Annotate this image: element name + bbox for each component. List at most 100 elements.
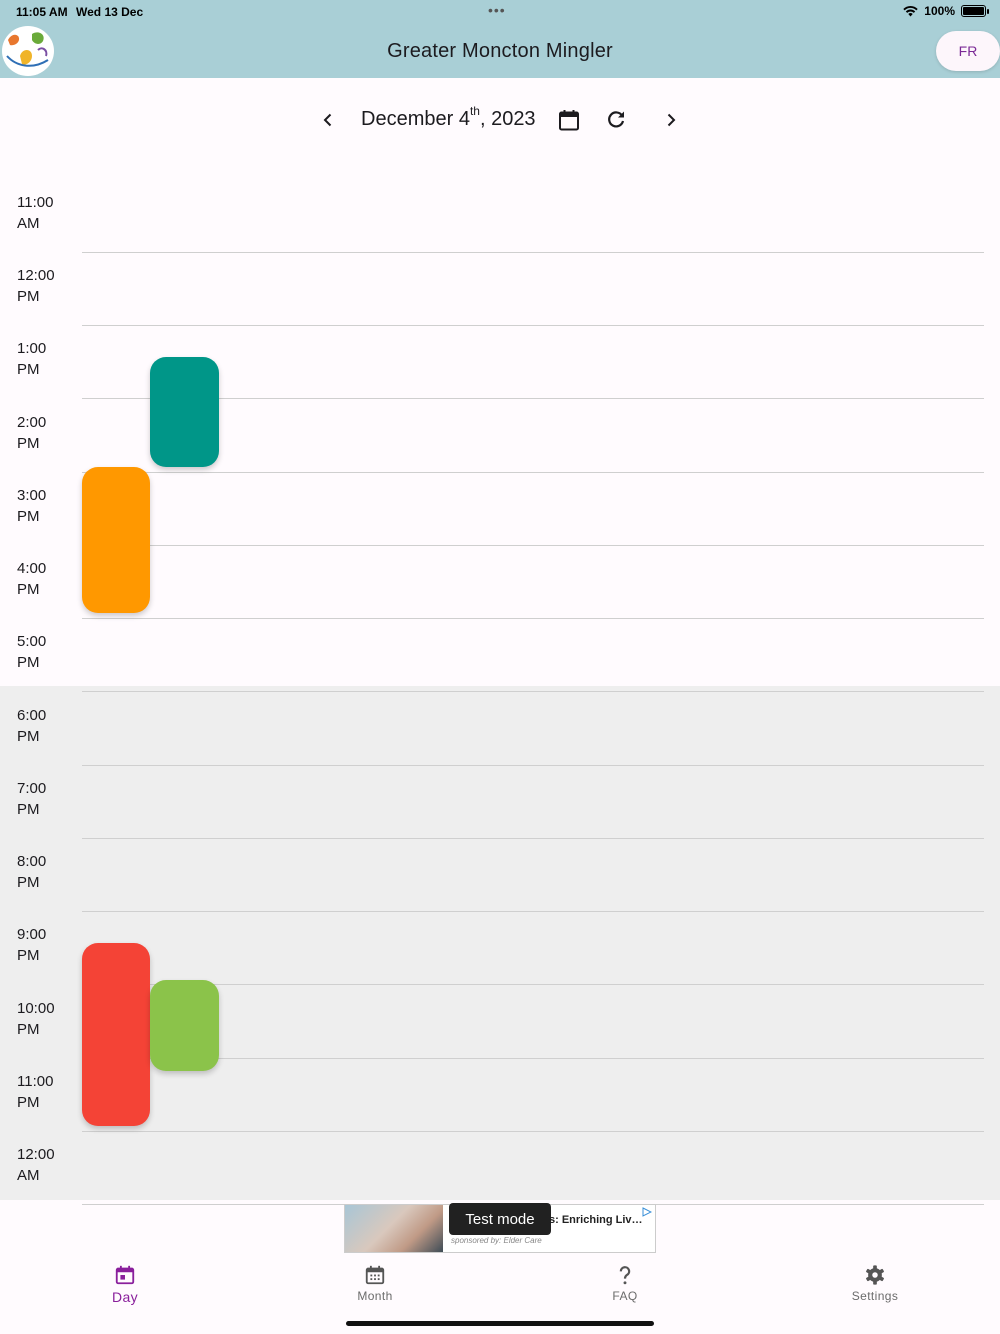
test-mode-label: Test mode (449, 1203, 551, 1235)
status-bar: 11:05 AM Wed 13 Dec ••• 100% (0, 0, 1000, 24)
status-time: 11:05 AM (16, 5, 68, 19)
date-month-day: December 4 (361, 108, 470, 130)
hour-time: 8:00 (17, 853, 47, 870)
chevron-right-icon[interactable] (659, 108, 683, 132)
calendar-today-icon (115, 1265, 135, 1285)
hour-label: 6:00 PM (17, 705, 77, 747)
hour-row: 8:00 PM (0, 851, 1000, 924)
nav-label-faq: FAQ (612, 1289, 638, 1303)
hour-label: 11:00 AM (17, 192, 77, 234)
hour-divider (82, 765, 984, 766)
hour-divider (82, 252, 984, 253)
hour-divider (82, 911, 984, 912)
hour-row: 7:00 PM (0, 778, 1000, 851)
refresh-icon[interactable] (604, 108, 628, 132)
chevron-left-icon[interactable] (316, 108, 340, 132)
home-indicator[interactable] (346, 1321, 654, 1326)
hour-label: 11:00 PM (17, 1071, 77, 1113)
event-block-green[interactable] (150, 980, 219, 1071)
status-indicators: 100% (903, 4, 989, 18)
status-date: Wed 13 Dec (76, 5, 144, 19)
hour-label: 8:00 PM (17, 851, 77, 893)
hour-time: 6:00 (17, 707, 47, 724)
multitasking-dots-icon[interactable]: ••• (488, 2, 506, 18)
nav-item-day[interactable]: Day (65, 1264, 185, 1312)
hour-label: 12:00 AM (17, 1144, 77, 1186)
hour-period: PM (17, 947, 40, 964)
hour-label: 1:00 PM (17, 338, 77, 380)
wifi-icon (903, 5, 918, 17)
hour-time: 5:00 (17, 633, 47, 650)
hour-time: 7:00 (17, 780, 47, 797)
hour-time: 11:00 (17, 1073, 54, 1090)
hour-row: 12:00 PM (0, 265, 1000, 338)
hour-label: 4:00 PM (17, 558, 77, 600)
hour-period: PM (17, 874, 40, 891)
hour-time: 10:00 (17, 1000, 55, 1017)
hour-label: 7:00 PM (17, 778, 77, 820)
nav-label-day: Day (111, 1289, 139, 1305)
hour-period: PM (17, 728, 40, 745)
hour-divider (82, 325, 984, 326)
ad-image (345, 1205, 443, 1252)
app-bar: Greater Moncton Mingler FR (0, 24, 1000, 78)
nav-item-month[interactable]: Month (315, 1264, 435, 1312)
hour-period: PM (17, 581, 40, 598)
hour-period: PM (17, 654, 40, 671)
hour-divider (82, 1131, 984, 1132)
date-suffix: th (469, 104, 480, 118)
hour-label: 2:00 PM (17, 412, 77, 454)
hour-row: 3:00 PM (0, 485, 1000, 558)
hour-row: 11:00 PM (0, 1071, 1000, 1144)
hour-time: 9:00 (17, 926, 47, 943)
nav-label-settings: Settings (851, 1289, 899, 1303)
event-block-red[interactable] (82, 943, 150, 1126)
hour-period: PM (17, 1094, 40, 1111)
hour-period: AM (17, 1167, 40, 1184)
hour-time: 1:00 (17, 340, 47, 357)
ad-title: s: Enriching Liv… (549, 1214, 643, 1226)
hour-divider (82, 838, 984, 839)
nav-item-settings[interactable]: Settings (815, 1264, 935, 1312)
date-navigation: December 4th, 2023 (0, 100, 1000, 142)
hour-label: 10:00 PM (17, 998, 77, 1040)
date-year: , 2023 (479, 108, 536, 130)
hour-time: 3:00 (17, 487, 47, 504)
hour-divider (82, 984, 984, 985)
question-mark-icon (619, 1266, 631, 1285)
hour-period: PM (17, 801, 40, 818)
hour-label: 3:00 PM (17, 485, 77, 527)
hour-period: PM (17, 435, 40, 452)
nav-label-month: Month (357, 1289, 393, 1303)
hour-row: 5:00 PM (0, 631, 1000, 704)
hour-row: 6:00 PM (0, 705, 1000, 778)
language-toggle-button[interactable]: FR (936, 31, 1000, 71)
battery-icon (961, 5, 989, 17)
hour-divider (82, 618, 984, 619)
event-block-orange[interactable] (82, 467, 150, 613)
hour-divider (82, 472, 984, 473)
hour-row: 4:00 PM (0, 558, 1000, 631)
hour-row: 11:00 AM (0, 192, 1000, 265)
calendar-month-icon (365, 1265, 385, 1285)
hour-period: PM (17, 508, 40, 525)
bottom-navigation: Day Month FAQ Settings (0, 1256, 1000, 1316)
nav-item-faq[interactable]: FAQ (565, 1264, 685, 1312)
calendar-picker-icon[interactable] (557, 108, 581, 132)
hour-period: PM (17, 361, 40, 378)
hour-row: 9:00 PM (0, 924, 1000, 997)
day-timeline[interactable]: 11:00 AM 12:00 PM 1:00 PM 2:00 PM 3:00 PM 4:0… (0, 150, 1000, 1205)
hour-label: 9:00 PM (17, 924, 77, 966)
hour-label: 5:00 PM (17, 631, 77, 673)
event-block-teal[interactable] (150, 357, 219, 467)
battery-fill (963, 7, 984, 15)
hour-divider (82, 545, 984, 546)
gear-icon (866, 1265, 884, 1285)
adchoices-icon[interactable] (642, 1207, 652, 1217)
hour-time: 2:00 (17, 414, 47, 431)
current-date[interactable]: December 4th, 2023 (361, 104, 536, 131)
hour-period: PM (17, 288, 40, 305)
hour-period: PM (17, 1021, 40, 1038)
hour-time: 12:00 (17, 267, 55, 284)
hour-time: 4:00 (17, 560, 47, 577)
